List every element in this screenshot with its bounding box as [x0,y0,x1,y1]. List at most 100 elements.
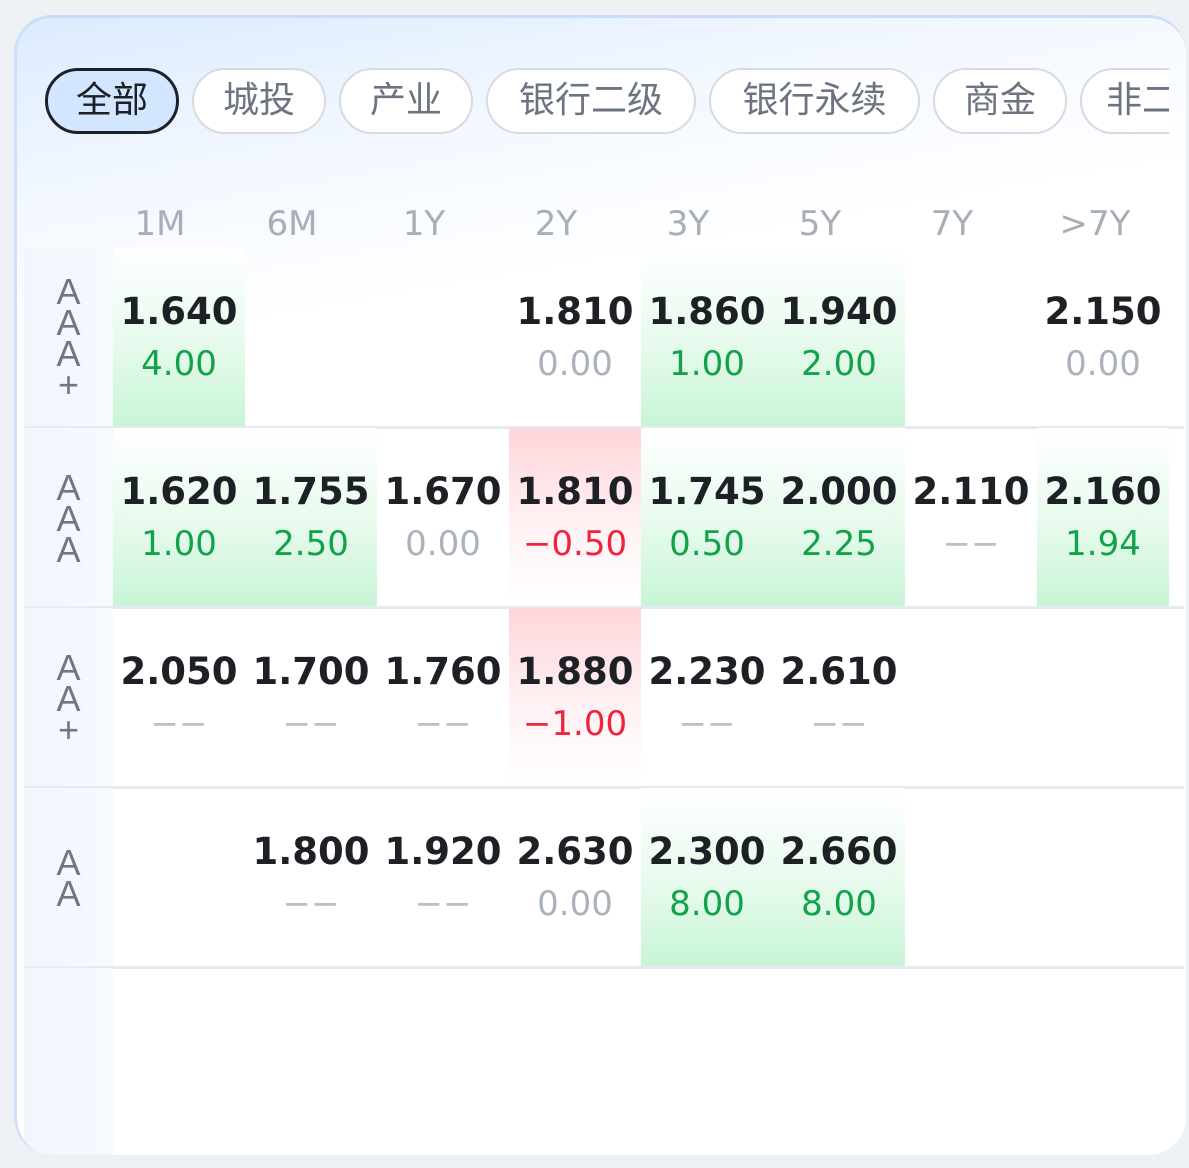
yield-value: 2.150 [1044,290,1162,333]
period-7y: 7Y [930,204,974,244]
yield-cell[interactable]: 2.610 −− [773,608,905,788]
tab-urban-investment[interactable]: 城投 [192,68,326,134]
yield-cell [245,968,377,1148]
yield-change: 2.00 [801,344,877,384]
period-6m: 6M [266,204,318,244]
yield-value: 1.810 [516,290,634,333]
yield-change: −− [150,704,208,744]
rating-label-text: AA [56,842,81,914]
yield-cell[interactable]: 1.620 1.00 [113,428,245,608]
yield-cell[interactable]: 2.050 −− [113,608,245,788]
period-1y: 1Y [402,204,446,244]
yield-value: 1.940 [780,290,898,333]
category-tab-bar[interactable]: 全部 城投 产业 银行二级 银行永续 商金 非二 [45,68,1169,140]
yield-change: 1.00 [141,524,217,564]
yield-cell[interactable]: 1.670 0.00 [377,428,509,608]
yield-change: −− [414,884,472,924]
rating-label: AAA+ [24,248,113,428]
yield-cell[interactable]: 2.110 −− [905,428,1037,608]
yield-value: 2.000 [780,470,898,513]
rating-row[interactable]: AAA 1.620 1.00 1.755 2.50 1.670 0.00 1.810 −0.50… [24,428,1186,608]
yield-value: 2.160 [1044,470,1162,513]
yield-cell[interactable]: 1.755 2.50 [245,428,377,608]
tab-all[interactable]: 全部 [45,68,179,134]
yield-cell[interactable]: 1.810 0.00 [509,248,641,428]
yield-cell [1037,968,1169,1148]
yield-cell[interactable]: 1.640 4.00 [113,248,245,428]
yield-cell[interactable]: 1.920 −− [377,788,509,968]
yield-change: 1.94 [1065,524,1141,564]
yield-change: −− [810,704,868,744]
yield-change: 0.00 [537,884,613,924]
rating-row[interactable]: <AA [24,968,1186,1148]
yield-value: 2.230 [648,650,766,693]
yield-cell[interactable]: 2.300 8.00 [641,788,773,968]
yield-value: 1.755 [252,470,370,513]
yield-value: 1.745 [648,470,766,513]
yield-change: 8.00 [669,884,745,924]
yield-cell[interactable]: 1.745 0.50 [641,428,773,608]
yield-cell [245,248,377,428]
yield-change: −− [678,704,736,744]
yield-change: 0.00 [537,344,613,384]
yield-change: −− [942,524,1000,564]
yield-cell [773,968,905,1148]
yield-matrix-card: 全部 城投 产业 银行二级 银行永续 商金 非二 1M 6M 1Y 2Y 3Y … [14,15,1186,1155]
yield-change: −0.50 [522,524,628,564]
rating-label-text: AAA+ [56,271,81,405]
yield-value: 2.300 [648,830,766,873]
yield-cell [1037,788,1169,968]
rating-row[interactable]: AA 1.800 −− 1.920 −− 2.630 0.00 2.300 8.00 2.660 8… [24,788,1186,968]
yield-value: 1.670 [384,470,502,513]
yield-cell[interactable]: 1.760 −− [377,608,509,788]
rating-label-text: AAA [56,466,81,570]
yield-value: 2.660 [780,830,898,873]
yield-value: 2.610 [780,650,898,693]
yield-change: −− [414,704,472,744]
tab-industrial[interactable]: 产业 [339,68,473,134]
yield-cell[interactable]: 2.230 −− [641,608,773,788]
tab-bank-perpetual[interactable]: 银行永续 [709,68,920,134]
yield-cell[interactable]: 2.000 2.25 [773,428,905,608]
yield-cell[interactable]: 1.810 −0.50 [509,428,641,608]
yield-cell [905,248,1037,428]
yield-cell[interactable]: 1.880 −1.00 [509,608,641,788]
rating-row[interactable]: AA+ 2.050 −− 1.700 −− 1.760 −− 1.880 −1.00 2.230 −… [24,608,1186,788]
yield-change: 8.00 [801,884,877,924]
yield-cell[interactable]: 1.860 1.00 [641,248,773,428]
yield-change: 4.00 [141,344,217,384]
period-2y: 2Y [534,204,578,244]
yield-cell [1037,608,1169,788]
yield-value: 1.860 [648,290,766,333]
yield-cell[interactable]: 2.160 1.94 [1037,428,1169,608]
yield-value: 2.050 [120,650,238,693]
tab-non-tier2[interactable]: 非二 [1080,68,1169,134]
yield-change: 0.50 [669,524,745,564]
yield-change: −− [282,704,340,744]
yield-cell [905,788,1037,968]
yield-cell [509,968,641,1148]
rating-row[interactable]: AAA+ 1.640 4.00 1.810 0.00 1.860 1.00 1.940 2.00… [24,248,1186,428]
yield-cell[interactable]: 2.630 0.00 [509,788,641,968]
yield-cell[interactable]: 1.940 2.00 [773,248,905,428]
yield-value: 1.640 [120,290,238,333]
tab-commercial-finance[interactable]: 商金 [933,68,1067,134]
yield-value: 2.630 [516,830,634,873]
yield-value: 1.810 [516,470,634,513]
yield-value: 1.700 [252,650,370,693]
rating-label: AA [24,788,113,968]
yield-cell[interactable]: 1.700 −− [245,608,377,788]
rating-label-text: AA+ [56,646,81,750]
yield-cell[interactable]: 2.660 8.00 [773,788,905,968]
yield-change: 2.25 [801,524,877,564]
yield-change: −− [282,884,340,924]
yield-cell[interactable]: 1.800 −− [245,788,377,968]
yield-cell[interactable]: 2.150 0.00 [1037,248,1169,428]
row-label-strip [24,968,113,1155]
yield-cell [905,968,1037,1148]
yield-value: 1.620 [120,470,238,513]
rating-label: AAA [24,428,113,608]
yield-value: 1.800 [252,830,370,873]
tab-bank-tier2[interactable]: 银行二级 [486,68,696,134]
yield-change: −1.00 [522,704,628,744]
